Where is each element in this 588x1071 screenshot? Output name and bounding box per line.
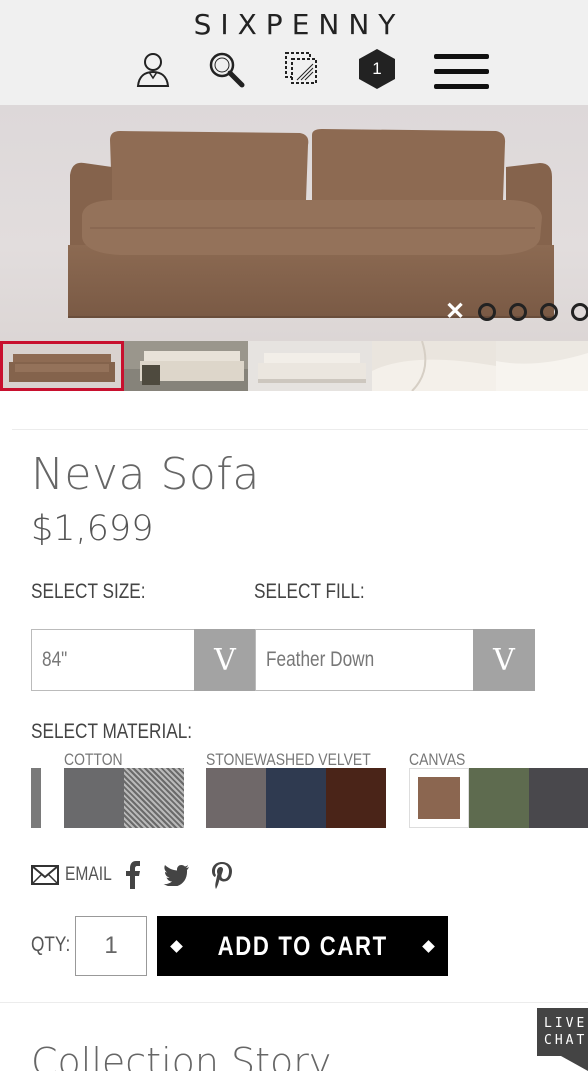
- diamond-icon: [422, 939, 436, 953]
- slide-dot[interactable]: [478, 303, 496, 321]
- select-size-label: SELECT SIZE:: [31, 580, 146, 603]
- slide-dot[interactable]: [540, 303, 558, 321]
- thumbnail-3[interactable]: [248, 341, 372, 391]
- material-swatch-selected[interactable]: [409, 768, 469, 828]
- material-swatch[interactable]: [266, 768, 326, 828]
- live-chat-button[interactable]: LIVE CHAT: [537, 1008, 588, 1071]
- material-swatch[interactable]: [529, 768, 588, 828]
- material-swatch[interactable]: [31, 768, 41, 828]
- fill-select-value: Feather Down: [266, 648, 375, 671]
- divider: [12, 429, 588, 430]
- slide-indicators: ✕: [445, 300, 588, 324]
- site-logo[interactable]: SIXPENNY: [0, 8, 588, 41]
- account-icon[interactable]: [133, 48, 173, 90]
- diamond-icon: [169, 939, 183, 953]
- close-icon[interactable]: ✕: [445, 300, 465, 324]
- slide-dot[interactable]: [509, 303, 527, 321]
- thumbnail-4[interactable]: [372, 341, 496, 391]
- cart-count: 1: [372, 59, 382, 78]
- thumbnail-1[interactable]: [0, 341, 124, 391]
- material-group-canvas: CANVAS: [409, 750, 466, 769]
- thumbnail-strip: [0, 341, 588, 391]
- chevron-down-icon[interactable]: V: [473, 629, 535, 691]
- product-title: Neva Sofa: [31, 449, 260, 500]
- material-group-cotton: COTTON: [64, 750, 123, 769]
- qty-label: QTY:: [31, 933, 71, 956]
- email-icon[interactable]: [31, 858, 59, 892]
- pinterest-icon[interactable]: [210, 858, 234, 892]
- material-swatch[interactable]: [124, 768, 184, 828]
- cart-icon[interactable]: 1: [358, 48, 396, 90]
- material-group-stonewashed-velvet: STONEWASHED VELVET: [206, 750, 371, 769]
- search-icon[interactable]: [206, 48, 246, 90]
- divider: [0, 1002, 588, 1003]
- collection-story-heading: Collection Story: [31, 1040, 332, 1071]
- size-select-value: 84": [42, 648, 68, 671]
- select-fill-label: SELECT FILL:: [254, 580, 365, 603]
- site-header: SIXPENNY 1: [0, 0, 588, 105]
- add-to-cart-label: ADD TO CART: [217, 930, 388, 961]
- material-swatch[interactable]: [64, 768, 124, 828]
- material-swatch[interactable]: [326, 768, 386, 828]
- quantity-input[interactable]: 1: [75, 916, 147, 976]
- swatches-icon[interactable]: [282, 48, 322, 90]
- material-swatch[interactable]: [206, 768, 266, 828]
- size-select[interactable]: 84" V: [31, 629, 256, 691]
- material-swatch[interactable]: [469, 768, 529, 828]
- email-share-link[interactable]: EMAIL: [65, 864, 112, 886]
- chevron-down-icon[interactable]: V: [194, 629, 256, 691]
- twitter-icon[interactable]: [163, 858, 189, 892]
- live-chat-label-2: CHAT: [544, 1033, 588, 1048]
- product-price: $1,699: [31, 509, 154, 549]
- slide-dot[interactable]: [571, 303, 588, 321]
- thumbnail-2[interactable]: [124, 341, 248, 391]
- fill-select[interactable]: Feather Down V: [255, 629, 535, 691]
- select-material-label: SELECT MATERIAL:: [31, 720, 193, 743]
- menu-icon[interactable]: [434, 52, 489, 92]
- live-chat-label-1: LIVE: [544, 1016, 588, 1031]
- add-to-cart-button[interactable]: ADD TO CART: [157, 916, 448, 976]
- facebook-icon[interactable]: [125, 858, 143, 892]
- thumbnail-5[interactable]: [496, 341, 588, 391]
